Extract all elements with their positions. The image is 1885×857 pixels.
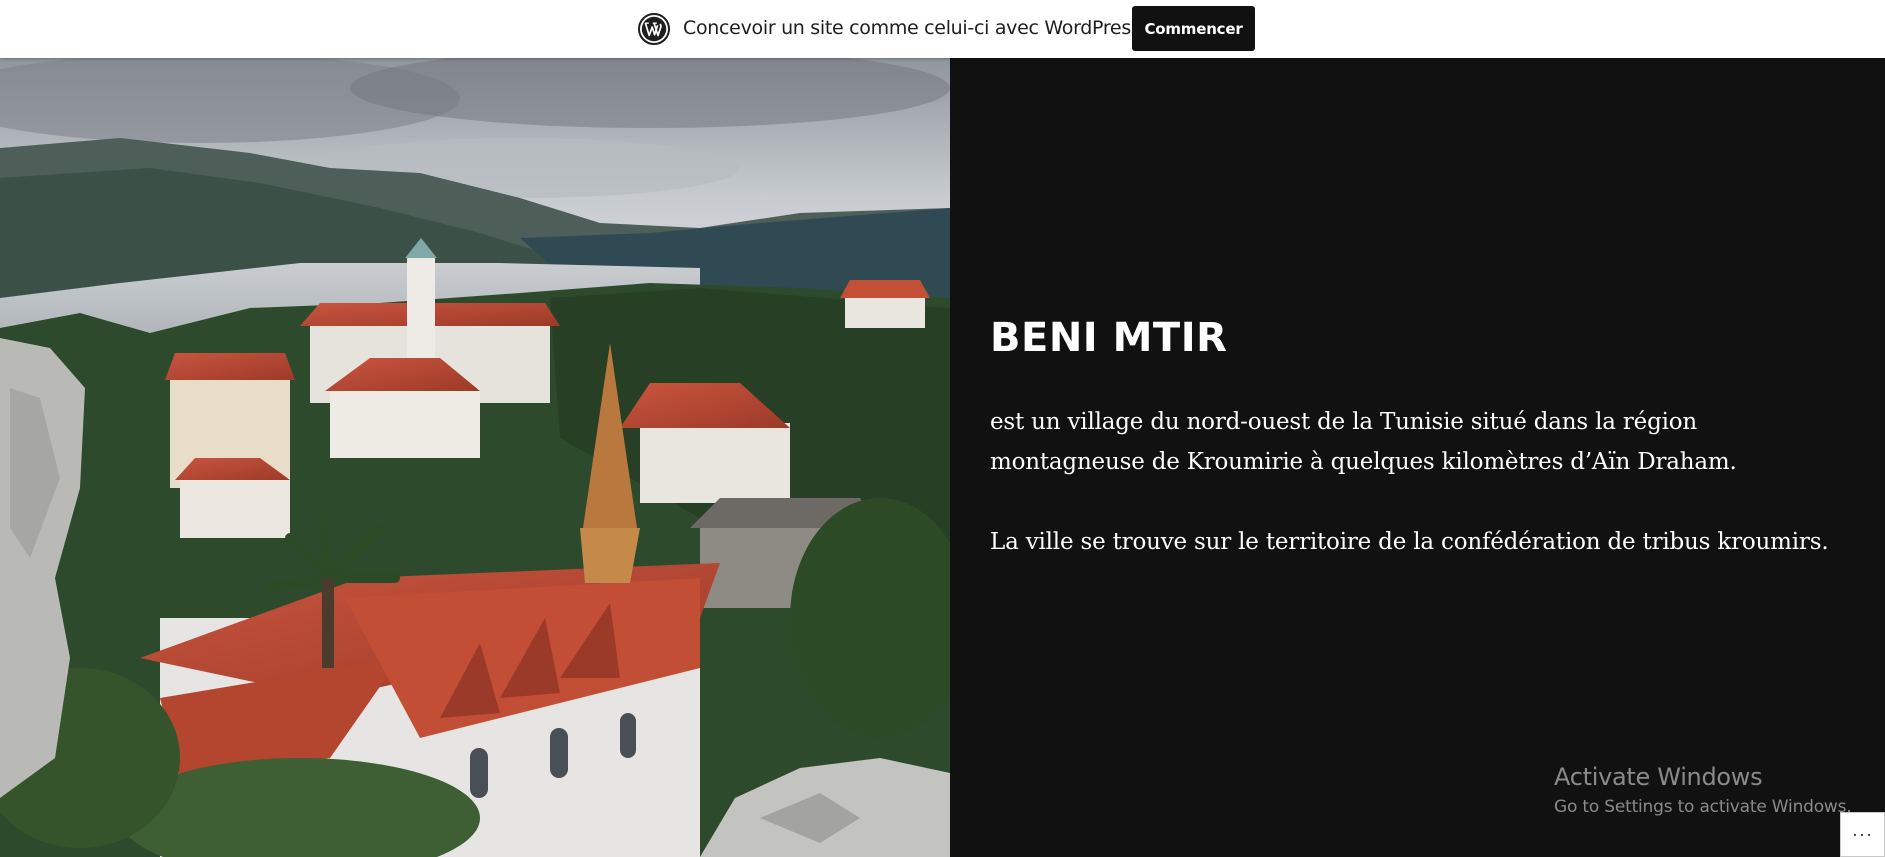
post-paragraph-1: est un village du nord-ouest de la Tunis… [990,409,1737,475]
post-title: BENI MTIR [990,315,1228,361]
post-paragraph-2: La ville se trouve sur le territoire de … [990,529,1829,555]
wordpress-logo-icon[interactable] [638,13,670,45]
activate-windows-subtitle: Go to Settings to activate Windows. [1554,797,1852,817]
wordpress-banner: Concevoir un site comme celui-ci avec Wo… [0,0,1885,58]
ellipsis-icon: ··· [1852,824,1873,844]
village-landscape-photo [0,58,950,857]
banner-text[interactable]: Concevoir un site comme celui-ci avec Wo… [683,17,1186,39]
more-actions-button[interactable]: ··· [1840,812,1885,857]
post-content: BENI MTIR est un village du nord-ouest d… [950,58,1885,857]
activate-windows-title: Activate Windows [1554,763,1763,791]
start-button[interactable]: Commencer [1132,6,1255,51]
